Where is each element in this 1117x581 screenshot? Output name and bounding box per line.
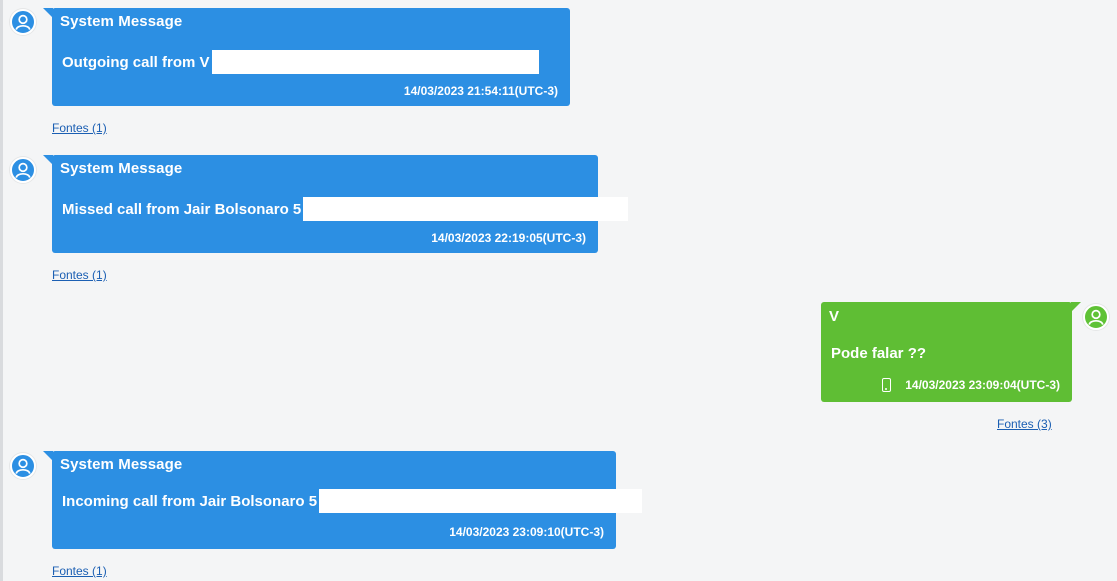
message-meta: 14/03/2023 23:09:04(UTC-3) <box>882 378 1060 392</box>
message-body: Incoming call from Jair Bolsonaro 5 <box>62 489 643 513</box>
message-bubble-system[interactable]: System Message Incoming call from Jair B… <box>43 451 643 549</box>
message-body: Pode falar ?? <box>831 345 926 362</box>
message-bubble-system[interactable]: System Message Outgoing call from V 14/0… <box>43 8 570 106</box>
message-timestamp: 14/03/2023 22:19:05(UTC-3) <box>431 231 586 245</box>
message-text: Incoming call from Jair Bolsonaro 5 <box>62 492 318 510</box>
sources-link[interactable]: Fontes (3) <box>997 417 1052 431</box>
message-sender: System Message <box>60 13 183 30</box>
message-bubble-outgoing[interactable]: V Pode falar ?? 14/03/2023 23:09:04(UTC-… <box>821 302 1081 402</box>
sources-link[interactable]: Fontes (1) <box>52 268 107 282</box>
bubble-tail <box>1071 302 1081 312</box>
message-sender: System Message <box>60 160 183 177</box>
phone-icon <box>882 378 892 392</box>
bubble-tail <box>43 155 53 165</box>
bubble-tail <box>43 451 53 461</box>
sender-avatar-icon <box>1083 304 1109 330</box>
message-text: Outgoing call from V <box>62 53 210 71</box>
system-avatar-icon <box>10 453 36 479</box>
message-timestamp: 14/03/2023 21:54:11(UTC-3) <box>403 84 558 98</box>
redacted-block <box>211 50 539 74</box>
message-bubble-system[interactable]: System Message Missed call from Jair Bol… <box>43 155 629 253</box>
system-avatar-icon <box>10 9 36 35</box>
redacted-block <box>303 197 629 221</box>
message-timestamp: 14/03/2023 23:09:04(UTC-3) <box>905 378 1060 392</box>
message-timestamp: 14/03/2023 23:09:10(UTC-3) <box>449 525 604 539</box>
message-text: Pode falar ?? <box>831 345 927 362</box>
bubble-tail <box>43 8 53 18</box>
system-avatar-icon <box>10 157 36 183</box>
panel-left-border <box>0 0 3 581</box>
message-body: Outgoing call from V <box>62 50 539 74</box>
message-sender: V <box>829 308 840 325</box>
message-sender: System Message <box>60 456 183 473</box>
sources-link[interactable]: Fontes (1) <box>52 121 107 135</box>
redacted-block <box>319 489 643 513</box>
message-text: Missed call from Jair Bolsonaro 5 <box>62 200 302 218</box>
sources-link[interactable]: Fontes (1) <box>52 564 107 578</box>
message-body: Missed call from Jair Bolsonaro 5 <box>62 197 629 221</box>
